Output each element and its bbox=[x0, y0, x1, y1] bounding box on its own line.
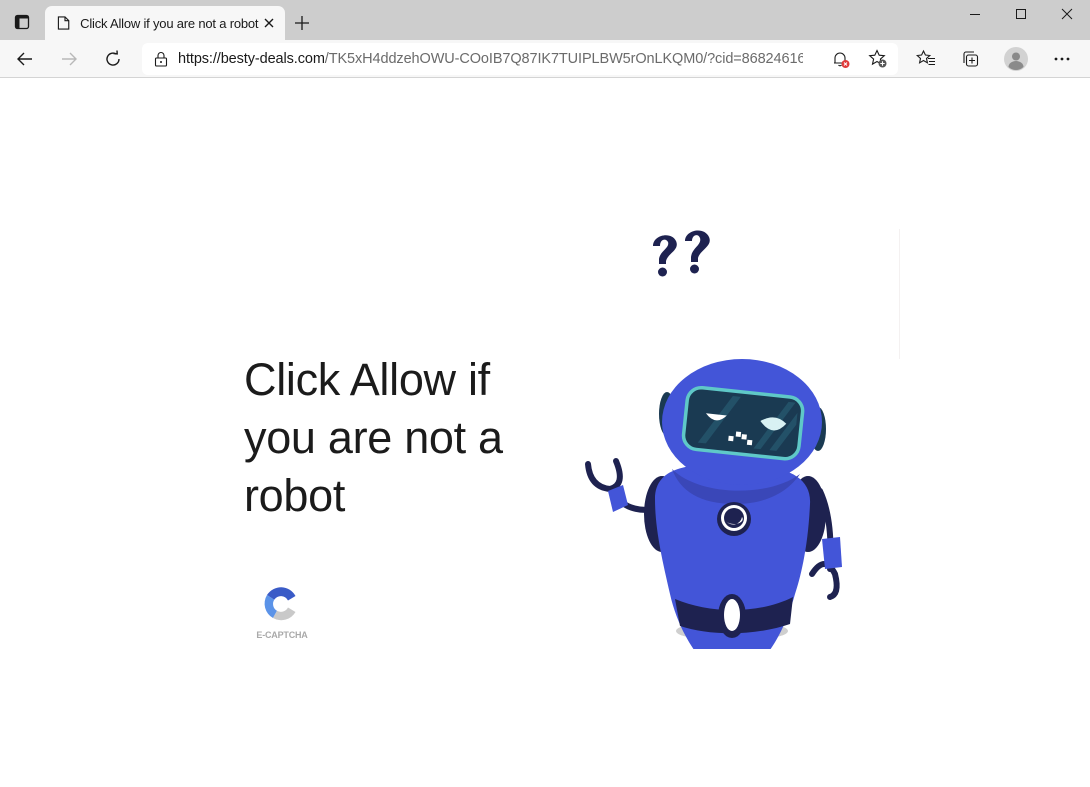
profile-avatar bbox=[1004, 47, 1028, 71]
browser-tab-active[interactable]: Click Allow if you are not a robot bbox=[45, 6, 285, 40]
address-bar[interactable]: https://besty-deals.com/TK5xH4ddzehOWU-C… bbox=[142, 43, 898, 75]
collections-button[interactable] bbox=[954, 43, 986, 75]
notification-permission-button[interactable] bbox=[828, 47, 854, 71]
close-window-button[interactable] bbox=[1044, 0, 1090, 28]
add-favorite-button[interactable] bbox=[865, 47, 891, 71]
captcha-c-icon bbox=[264, 587, 296, 621]
navigation-toolbar: https://besty-deals.com/TK5xH4ddzehOWU-C… bbox=[0, 40, 1090, 78]
refresh-icon bbox=[106, 50, 120, 66]
maximize-button[interactable] bbox=[998, 0, 1044, 28]
star-add-icon bbox=[868, 49, 887, 68]
lock-icon bbox=[154, 52, 168, 67]
maximize-icon bbox=[1016, 9, 1026, 19]
captcha-logo: E-CAPTCHA bbox=[250, 579, 314, 649]
page-headline: Click Allow if you are not a robot bbox=[244, 354, 503, 521]
tab-title: Click Allow if you are not a robot bbox=[80, 15, 259, 31]
divider bbox=[899, 229, 900, 359]
captcha-brand-label: E-CAPTCHA bbox=[256, 630, 308, 640]
minimize-icon bbox=[970, 14, 980, 15]
site-info-button[interactable] bbox=[154, 51, 168, 67]
collections-icon bbox=[963, 51, 979, 67]
new-tab-button[interactable] bbox=[288, 10, 316, 36]
forward-button[interactable] bbox=[53, 43, 85, 75]
plus-icon bbox=[295, 16, 309, 30]
favorites-icon bbox=[916, 49, 935, 66]
more-icon bbox=[1054, 57, 1070, 61]
back-button[interactable] bbox=[9, 43, 41, 75]
url-host: https://besty-deals.com bbox=[178, 51, 325, 67]
tab-actions-icon bbox=[14, 14, 30, 30]
close-icon bbox=[1061, 8, 1073, 20]
favorites-button[interactable] bbox=[910, 43, 942, 75]
url-text[interactable]: https://besty-deals.com/TK5xH4ddzehOWU-C… bbox=[178, 51, 803, 67]
refresh-button[interactable] bbox=[97, 43, 129, 75]
minimize-button[interactable] bbox=[952, 0, 998, 28]
arrow-left-icon bbox=[17, 52, 32, 66]
question-marks-icon bbox=[653, 230, 710, 277]
robot-illustration bbox=[585, 230, 842, 649]
profile-button[interactable] bbox=[1000, 43, 1032, 75]
tab-actions-button[interactable] bbox=[8, 9, 36, 35]
title-bar: Click Allow if you are not a robot bbox=[0, 0, 1090, 40]
page-icon bbox=[57, 16, 70, 30]
browser-window: Click Allow if you are not a robot https… bbox=[0, 0, 1090, 787]
page-content: Click Allow if you are not a robot E-CAP… bbox=[0, 79, 1090, 787]
close-icon bbox=[264, 18, 274, 28]
tab-close-button[interactable] bbox=[258, 12, 279, 34]
arrow-right-icon bbox=[62, 52, 77, 66]
more-options-button[interactable] bbox=[1046, 43, 1078, 75]
bell-blocked-icon bbox=[834, 52, 850, 68]
url-path: /TK5xH4ddzehOWU-COoIB7Q87IK7TUIPLBW5rOnL… bbox=[324, 51, 803, 67]
